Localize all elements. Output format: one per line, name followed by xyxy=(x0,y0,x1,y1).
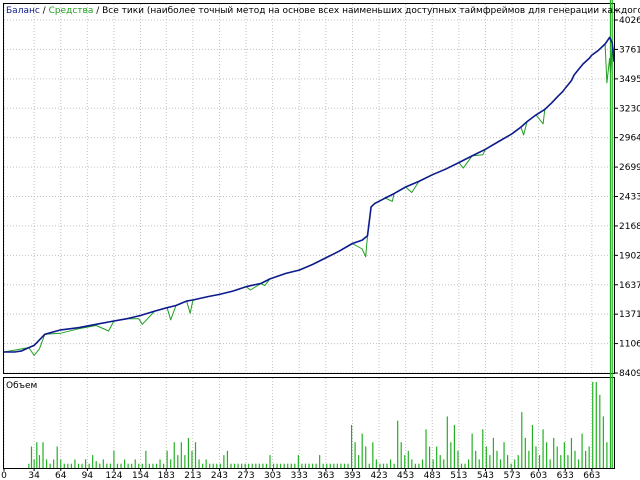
x-tick-label: 633 xyxy=(557,471,574,480)
x-tick-label: 183 xyxy=(158,471,175,480)
model-description: Все тики (наиболее точный метод на основ… xyxy=(102,6,640,16)
y-tick-label: 40268 xyxy=(619,16,640,26)
x-tick-label: 393 xyxy=(344,471,361,480)
y-tick-label: 11063 xyxy=(619,340,640,350)
x-tick-label: 513 xyxy=(450,471,467,480)
legend-separator: / xyxy=(93,6,102,16)
x-tick-label: 423 xyxy=(370,471,387,480)
x-tick-label: 453 xyxy=(397,471,414,480)
y-tick-label: 8409 xyxy=(619,369,640,379)
equity-legend: Средства xyxy=(49,6,94,16)
x-tick-label: 243 xyxy=(211,471,228,480)
legend-separator: / xyxy=(40,6,49,16)
x-tick-label: 154 xyxy=(132,471,149,480)
y-tick-label: 34958 xyxy=(619,75,640,85)
tester-chart: 40268 37613 34958 32303 29648 26993 24338 21683… xyxy=(0,0,640,480)
x-tick-label: 34 xyxy=(28,471,40,480)
x-tick-label: 213 xyxy=(184,471,201,480)
volume-title: Объем xyxy=(6,381,37,391)
y-tick-label: 26993 xyxy=(619,163,640,173)
y-tick-label: 37613 xyxy=(619,45,640,55)
x-tick-label: 663 xyxy=(583,471,600,480)
y-tick-label: 16373 xyxy=(619,281,640,291)
x-tick-label: 543 xyxy=(477,471,494,480)
x-tick-label: 363 xyxy=(317,471,334,480)
x-tick-label: 94 xyxy=(82,471,94,480)
x-tick-label: 124 xyxy=(105,471,122,480)
y-tick-label: 21683 xyxy=(619,222,640,232)
y-tick-label: 13718 xyxy=(619,310,640,320)
y-tick-label: 24338 xyxy=(619,193,640,203)
chart-header: Баланс / Средства / Все тики (наиболее т… xyxy=(6,6,640,16)
x-tick-label: 273 xyxy=(237,471,254,480)
y-tick-label: 32303 xyxy=(619,104,640,114)
x-tick-label: 483 xyxy=(424,471,441,480)
x-tick-label: 573 xyxy=(503,471,520,480)
y-tick-label: 29648 xyxy=(619,134,640,144)
x-tick-label: 0 xyxy=(1,471,7,480)
chart-background xyxy=(0,0,640,480)
x-tick-label: 603 xyxy=(530,471,547,480)
x-tick-label: 64 xyxy=(55,471,67,480)
x-tick-label: 303 xyxy=(264,471,281,480)
x-tick-label: 333 xyxy=(291,471,308,480)
balance-legend: Баланс xyxy=(6,6,40,16)
y-tick-label: 19028 xyxy=(619,251,640,261)
